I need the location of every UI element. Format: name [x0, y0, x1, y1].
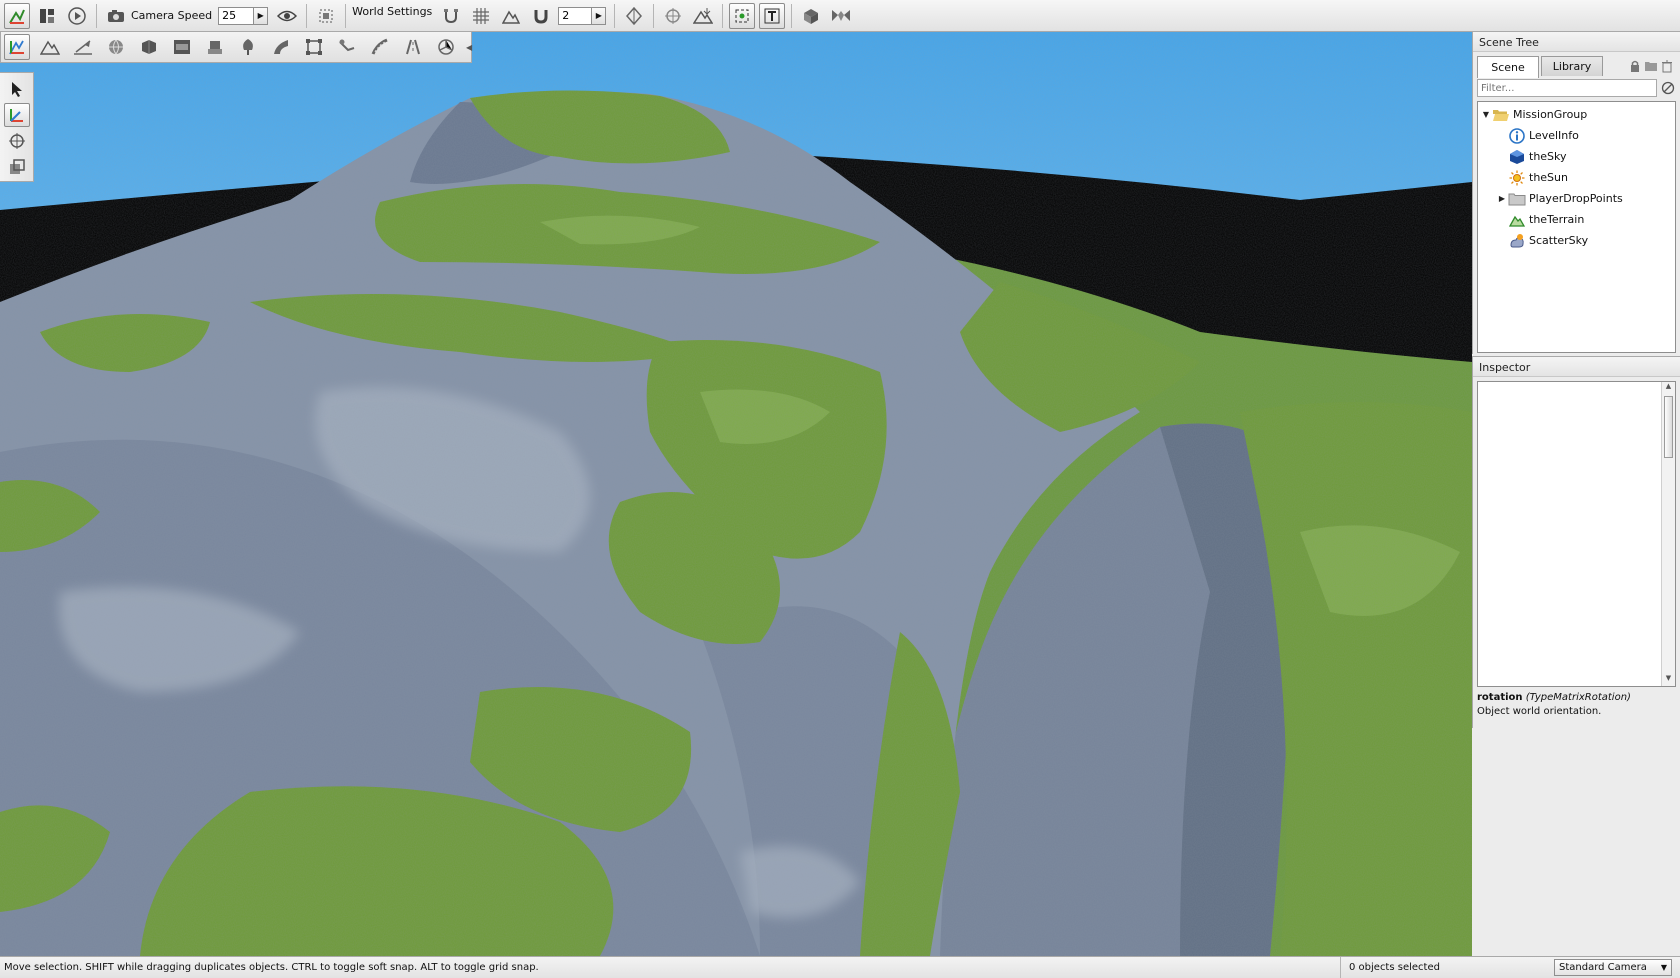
terrain-icon: [1508, 212, 1526, 228]
terrain-scene: [0, 32, 1472, 956]
object-snap-icon[interactable]: [438, 3, 464, 29]
center-origin-icon[interactable]: [660, 3, 686, 29]
collapse-toolbar-chevron-icon[interactable]: ◀: [466, 36, 472, 58]
tool-palette: [0, 72, 34, 182]
scene-tree-panel: Scene Tree Scene Library ▼ MissionGroup …: [1472, 32, 1680, 354]
sun-icon: [1508, 170, 1526, 186]
selection-lock-icon[interactable]: [729, 2, 756, 29]
terrain-painter-tool-icon[interactable]: [70, 34, 96, 60]
world-settings-label[interactable]: World Settings: [352, 5, 432, 18]
convex-editor-tool-icon[interactable]: [301, 34, 327, 60]
collapse-arrow-icon[interactable]: ▶: [1496, 194, 1508, 203]
bounds-icon[interactable]: [621, 3, 647, 29]
status-message: Move selection. SHIFT while dragging dup…: [4, 962, 539, 973]
rotate-gizmo-icon[interactable]: [4, 129, 30, 153]
info-icon: [1508, 127, 1526, 144]
decal-road-editor-tool-icon[interactable]: [367, 34, 393, 60]
tree-item-thesun[interactable]: theSun: [1478, 167, 1675, 188]
scene-tree: ▼ MissionGroup LevelInfo theSky theSun ▶…: [1477, 101, 1676, 353]
expand-arrow-icon[interactable]: ▼: [1480, 110, 1492, 119]
delete-trash-icon[interactable]: [1660, 59, 1674, 73]
grid-snap-icon[interactable]: [468, 3, 494, 29]
sky-cube-icon: [1508, 149, 1526, 165]
world-editor-icon[interactable]: [4, 2, 30, 29]
field-name: rotation: [1477, 692, 1523, 703]
tree-item-theterrain[interactable]: theTerrain: [1478, 209, 1675, 230]
move-gizmo-icon[interactable]: [4, 103, 30, 127]
3d-viewport[interactable]: [0, 32, 1472, 956]
new-folder-icon[interactable]: [1644, 59, 1658, 73]
material-editor-tool-icon[interactable]: [103, 34, 129, 60]
tree-item-levelinfo[interactable]: LevelInfo: [1478, 125, 1675, 146]
scene-tree-title: Scene Tree: [1473, 32, 1680, 52]
status-bar: Move selection. SHIFT while dragging dup…: [0, 956, 1680, 978]
field-description-text: Object world orientation.: [1477, 706, 1602, 717]
play-game-icon[interactable]: [64, 3, 90, 29]
camera-mode-value: Standard Camera: [1559, 962, 1647, 973]
open-folder-icon: [1492, 107, 1510, 123]
camera-mode-dropdown[interactable]: Standard Camera ▼: [1554, 959, 1672, 976]
gui-editor-icon[interactable]: [34, 3, 60, 29]
terrain-snap-icon[interactable]: [498, 3, 524, 29]
forest-editor-tool-icon[interactable]: [235, 34, 261, 60]
snap-size-input[interactable]: [558, 6, 593, 25]
camera-speed-input[interactable]: [218, 6, 255, 25]
road-editor-tool-icon[interactable]: [400, 34, 426, 60]
tree-item-scattersky[interactable]: ScatterSky: [1478, 230, 1675, 251]
terrain-editor-tool-icon[interactable]: [37, 34, 63, 60]
explode-prefab-icon[interactable]: [828, 3, 854, 29]
tree-item-playerdroppoints[interactable]: ▶ PlayerDropPoints: [1478, 188, 1675, 209]
selection-count: 0 objects selected: [1340, 956, 1546, 978]
dropdown-arrow-icon: ▼: [1660, 963, 1667, 972]
inspector-scrollbar[interactable]: ▲ ▼: [1661, 382, 1675, 686]
camera-icon[interactable]: [103, 3, 129, 29]
text-labels-icon[interactable]: [759, 2, 786, 29]
scroll-up-arrow-icon[interactable]: ▲: [1662, 382, 1675, 394]
camera-speed-label: Camera Speed: [131, 9, 213, 22]
scatter-sky-icon: [1508, 233, 1526, 249]
object-editor-tool-icon[interactable]: [4, 34, 30, 60]
river-editor-tool-icon[interactable]: [334, 34, 360, 60]
main-toolbar: Camera Speed ▶ World Settings ▶: [0, 0, 1680, 32]
datablock-editor-tool-icon[interactable]: [169, 34, 195, 60]
field-type: (TypeMatrixRotation): [1525, 692, 1631, 703]
field-description: rotation (TypeMatrixRotation) Object wor…: [1473, 687, 1680, 723]
inspector-panel: Inspector ▲ ▼ rotation (TypeMatrixRotati…: [1472, 356, 1680, 728]
visibility-eye-icon[interactable]: [274, 3, 300, 29]
fit-selection-icon[interactable]: [313, 3, 339, 29]
tree-item-thesky[interactable]: theSky: [1478, 146, 1675, 167]
mesh-road-editor-tool-icon[interactable]: [268, 34, 294, 60]
scroll-down-arrow-icon[interactable]: ▼: [1662, 674, 1675, 686]
scene-filter-input[interactable]: [1477, 79, 1657, 97]
lock-icon[interactable]: [1628, 59, 1642, 73]
tree-item-missiongroup[interactable]: ▼ MissionGroup: [1478, 104, 1675, 125]
prefab-icon[interactable]: [798, 3, 824, 29]
editor-tools-toolbar: ◀: [0, 32, 472, 63]
scroll-thumb[interactable]: [1664, 396, 1673, 458]
magnet-icon[interactable]: [528, 3, 554, 29]
decal-editor-tool-icon[interactable]: [202, 34, 228, 60]
tab-scene[interactable]: Scene: [1477, 56, 1539, 78]
inspector-title: Inspector: [1473, 357, 1680, 377]
tab-library[interactable]: Library: [1541, 56, 1603, 76]
folder-icon: [1508, 191, 1526, 207]
drop-terrain-icon[interactable]: [690, 3, 716, 29]
sketch-tool-icon[interactable]: [136, 34, 162, 60]
scale-gizmo-icon[interactable]: [4, 155, 30, 179]
inspector-fields[interactable]: ▲ ▼: [1477, 381, 1676, 687]
snap-size-spin-button[interactable]: ▶: [592, 6, 607, 25]
select-arrow-icon[interactable]: [4, 77, 30, 101]
clear-filter-icon[interactable]: [1661, 81, 1675, 95]
particle-editor-tool-icon[interactable]: [433, 34, 459, 60]
camera-speed-spin-button[interactable]: ▶: [254, 6, 269, 25]
